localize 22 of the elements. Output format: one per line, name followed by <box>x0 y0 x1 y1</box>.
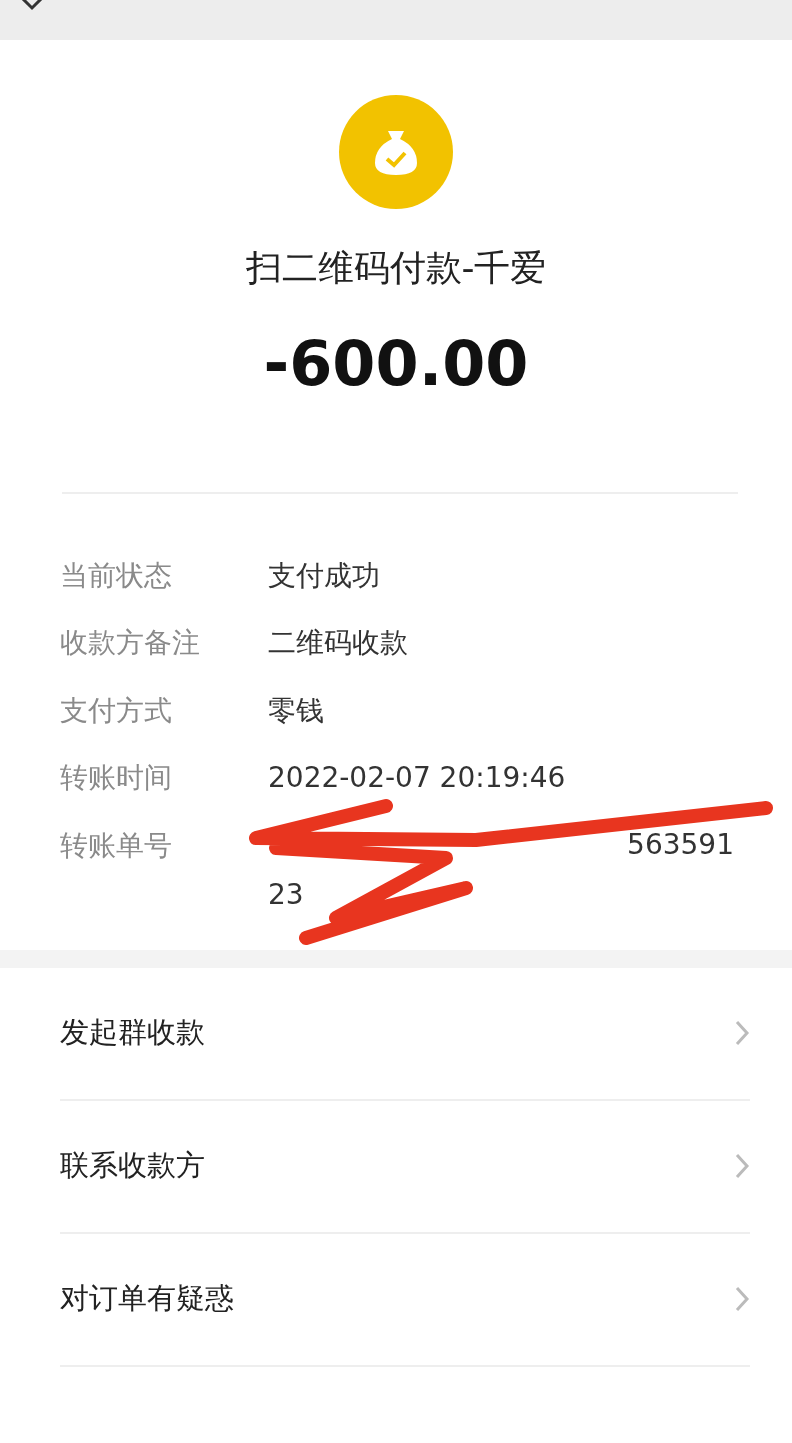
chevron-right-icon <box>734 1019 750 1047</box>
detail-value: 23 <box>268 877 304 914</box>
action-item[interactable]: 发起群收款 <box>60 967 750 1101</box>
detail-label: 支付方式 <box>60 692 173 729</box>
action-label: 联系收款方 <box>60 1147 205 1185</box>
action-item[interactable]: 联系收款方 <box>60 1100 750 1234</box>
detail-value: 零钱 <box>268 692 324 729</box>
detail-value: 二维码收款 <box>268 625 408 662</box>
action-item[interactable]: 对订单有疑惑 <box>60 1233 750 1367</box>
detail-value: 563591 <box>627 827 734 864</box>
detail-label: 转账单号 <box>60 827 173 864</box>
detail-value: 2022-02-07 20:19:46 <box>268 760 566 797</box>
chevron-right-icon <box>734 1285 750 1313</box>
payment-title: 扫二维码付款-千爱 <box>244 246 548 290</box>
payment-amount: -600.00 <box>262 326 530 402</box>
chevron-right-icon <box>734 1152 750 1180</box>
detail-label: 收款方备注 <box>60 625 201 662</box>
detail-value: 支付成功 <box>268 557 380 594</box>
action-label: 发起群收款 <box>60 1014 205 1052</box>
detail-label: 转账时间 <box>60 760 173 797</box>
action-label: 对订单有疑惑 <box>60 1280 234 1318</box>
detail-label: 当前状态 <box>60 557 173 594</box>
